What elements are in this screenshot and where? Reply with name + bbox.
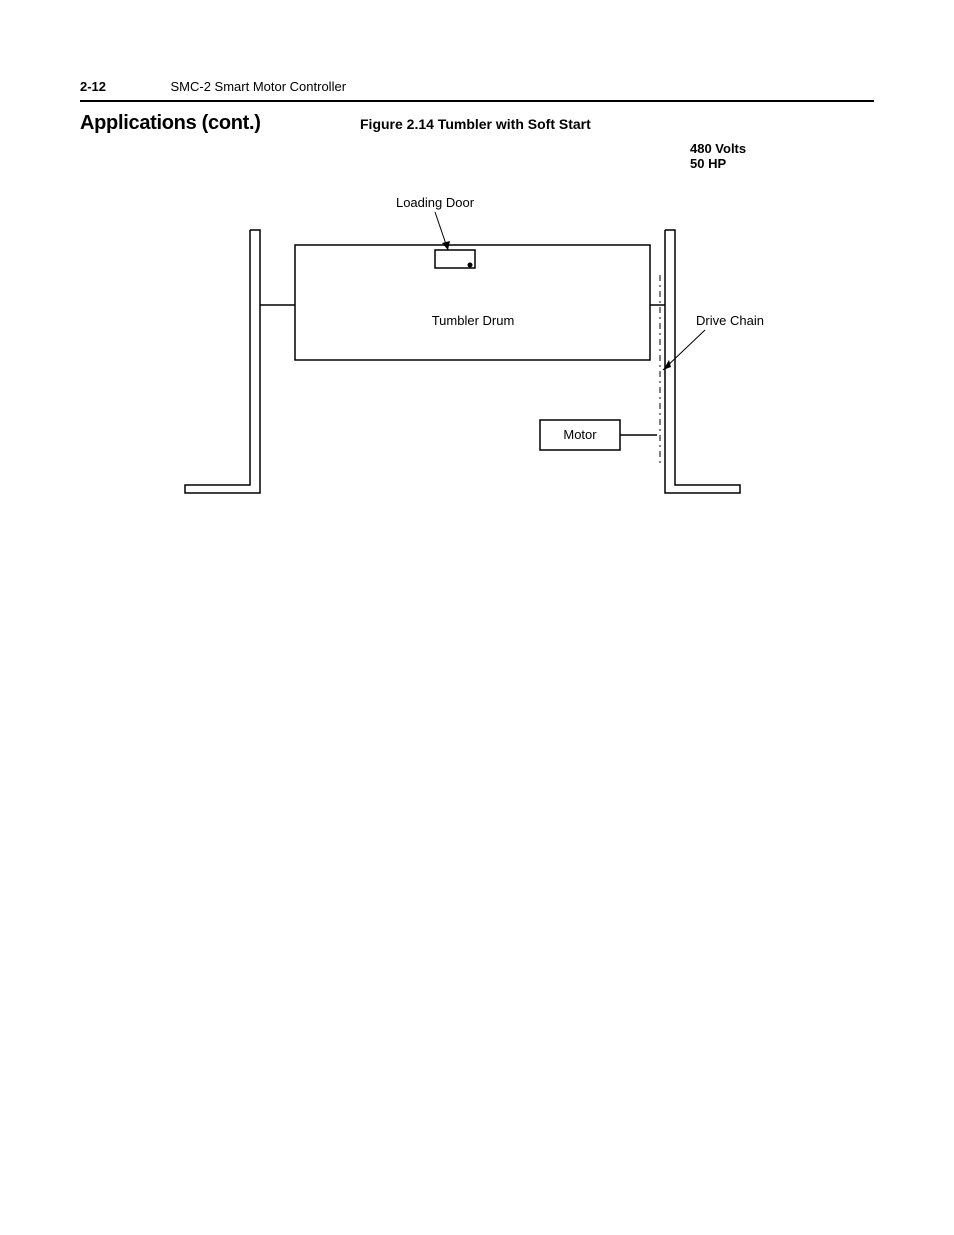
rating-hp: 50 HP bbox=[690, 157, 746, 172]
door-dot-icon bbox=[468, 263, 473, 268]
left-support-icon bbox=[185, 230, 260, 493]
figure-caption: Figure 2.14 Tumbler with Soft Start bbox=[360, 116, 591, 132]
tumbler-drum-icon bbox=[295, 245, 650, 360]
page: 2-12 SMC-2 Smart Motor Controller Applic… bbox=[0, 0, 954, 1235]
right-support-icon bbox=[665, 230, 740, 493]
section-title: Applications (cont.) bbox=[80, 112, 261, 135]
loading-door-label: Loading Door bbox=[396, 195, 475, 210]
page-header: 2-12 SMC-2 Smart Motor Controller bbox=[80, 78, 874, 102]
drive-chain-label: Drive Chain bbox=[696, 313, 764, 328]
motor-label: Motor bbox=[563, 427, 597, 442]
header-title: SMC-2 Smart Motor Controller bbox=[170, 79, 346, 94]
drive-chain-arrowhead-icon bbox=[663, 360, 671, 370]
tumbler-drum-label: Tumbler Drum bbox=[432, 313, 515, 328]
rating-volts: 480 Volts bbox=[690, 142, 746, 157]
page-number: 2-12 bbox=[80, 79, 106, 94]
rating-block: 480 Volts 50 HP bbox=[690, 142, 746, 172]
figure-diagram: Loading Door Tumbler Drum Motor Drive Ch… bbox=[185, 195, 745, 495]
